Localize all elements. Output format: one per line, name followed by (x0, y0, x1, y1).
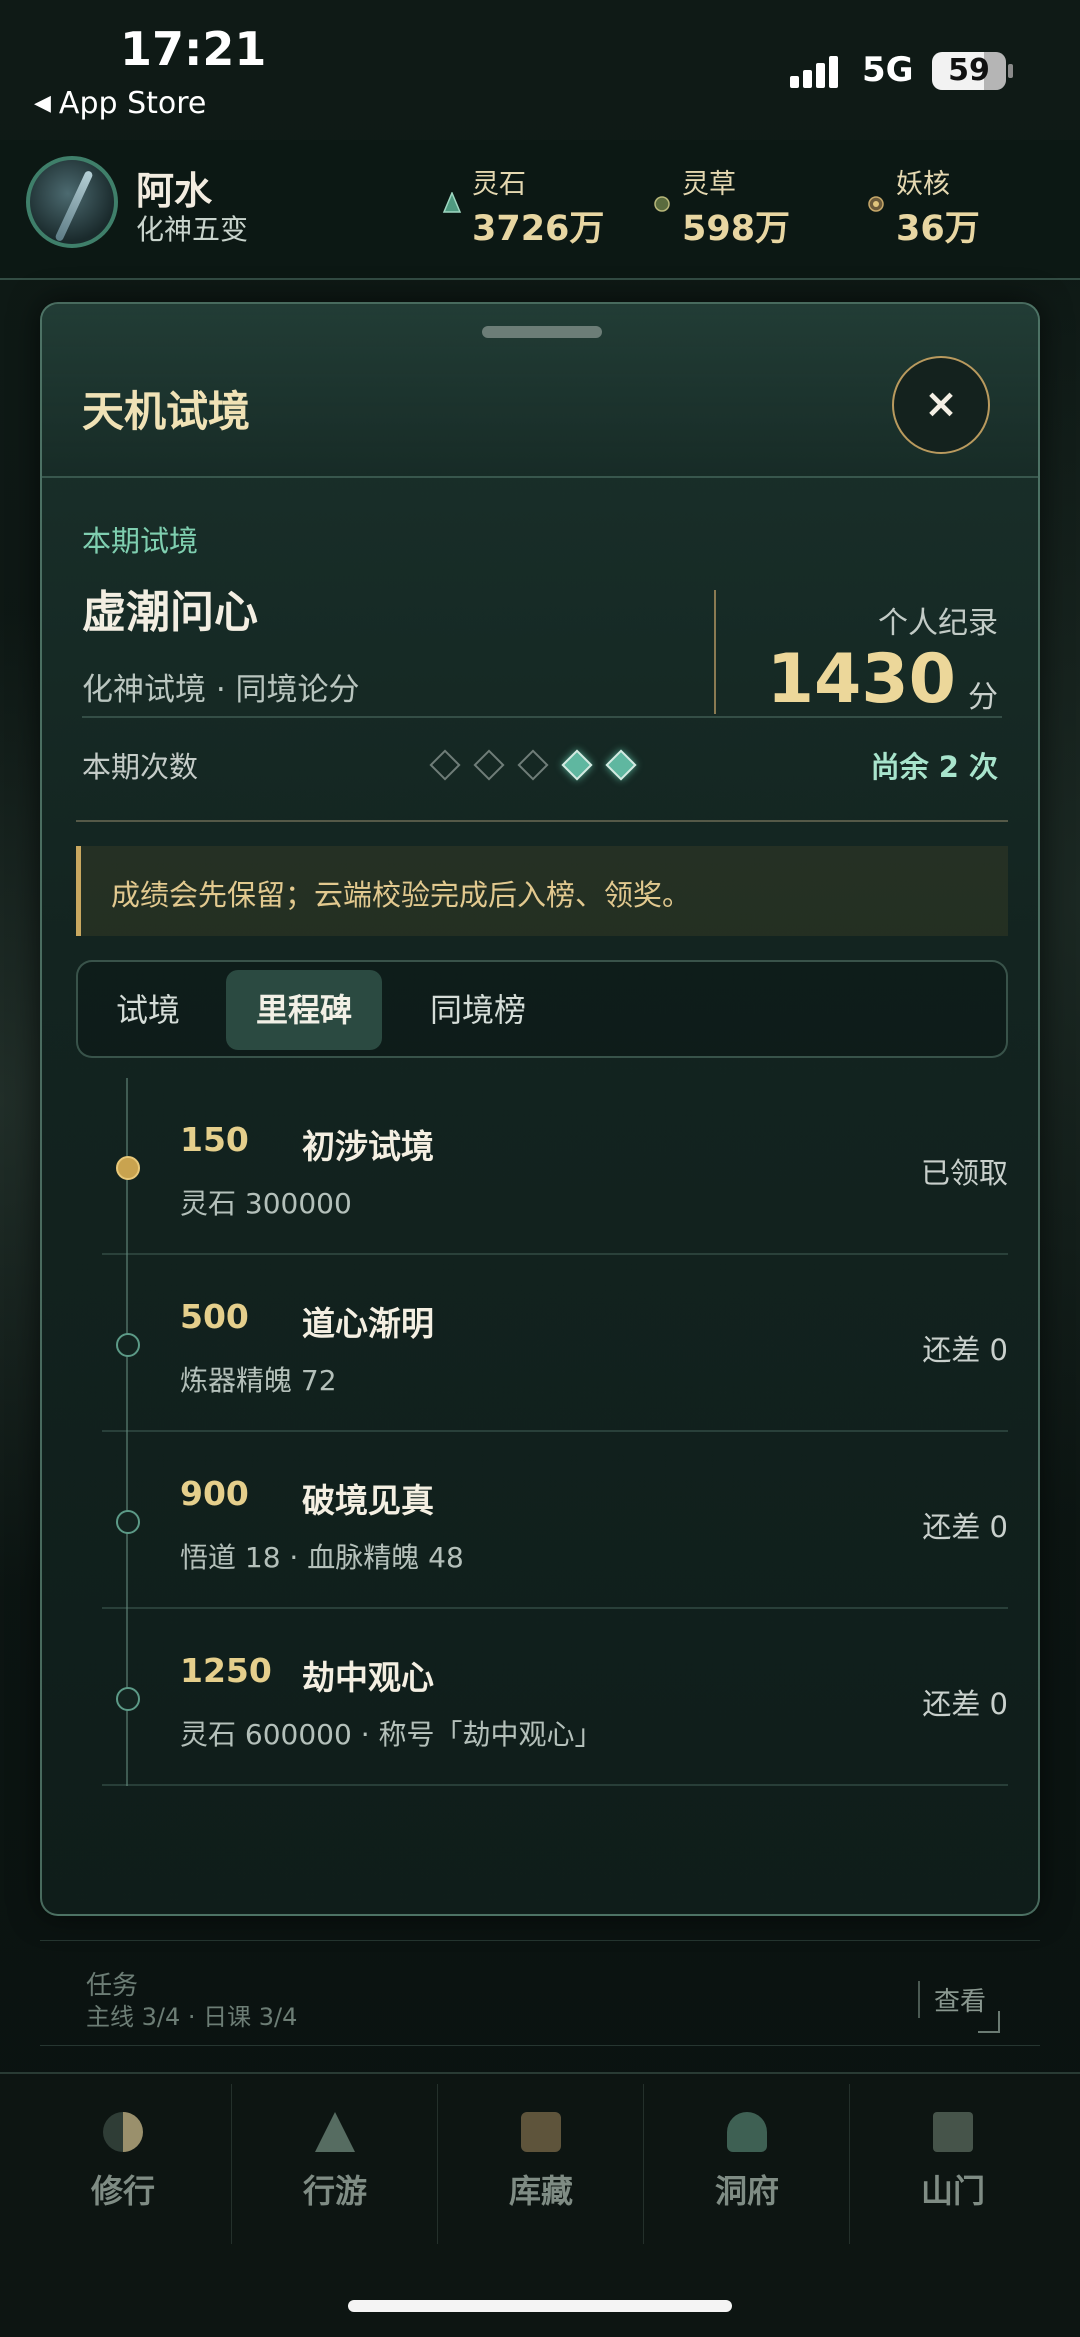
status-time: 17:21 (120, 22, 267, 76)
attempt-used-icon (429, 749, 461, 781)
player-name: 阿水 (136, 169, 213, 213)
milestone-dot-claimed (116, 1156, 140, 1180)
trial-name: 虚潮问心 (82, 587, 258, 638)
trial-subtitle: 化神试境 · 同境论分 (82, 672, 360, 708)
task-detail: 主线 3/4 · 日课 3/4 (86, 2003, 298, 2031)
attempts-remaining: 尚余 2 次 (870, 750, 998, 784)
milestone-row[interactable]: 1250 劫中观心 灵石 600000 · 称号「劫中观心」 还差 0 (102, 1609, 1008, 1786)
panel-header: 天机试境 × (42, 304, 1038, 478)
task-bar[interactable]: 任务 主线 3/4 · 日课 3/4 查看 (40, 1940, 1040, 2046)
attempt-used-icon (473, 749, 505, 781)
nav-item-sect-gate[interactable]: 山门 (850, 2074, 1056, 2274)
attempt-used-icon (517, 749, 549, 781)
notice-text: 成绩会先保留；云端校验完成后入榜、领奖。 (111, 878, 692, 912)
record-value: 1430 (766, 640, 956, 719)
mountain-icon (315, 2112, 355, 2152)
nav-item-cave[interactable]: 洞府 (644, 2074, 850, 2274)
divider (82, 716, 1002, 718)
milestone-score: 150 (180, 1120, 249, 1159)
nav-label: 库藏 (508, 2172, 573, 2210)
milestone-row[interactable]: 900 破境见真 悟道 18 · 血脉精魄 48 还差 0 (102, 1432, 1008, 1609)
avatar[interactable] (26, 156, 118, 248)
milestone-name: 道心渐明 (302, 1304, 434, 1343)
milestone-name: 劫中观心 (302, 1658, 434, 1697)
milestone-row[interactable]: 500 道心渐明 炼器精魄 72 还差 0 (102, 1255, 1008, 1432)
attempt-available-icon (561, 749, 593, 781)
record-label: 个人纪录 (878, 606, 998, 641)
battery-level: 59 (948, 53, 990, 88)
player-header: 阿水 化神五变 灵石 3726万 灵草 598万 妖核 36万 (0, 140, 1080, 280)
battery-icon: 59 (932, 52, 1006, 90)
milestone-reward: 炼器精魄 72 (180, 1364, 337, 1397)
nav-item-cultivate[interactable]: 修行 (20, 2074, 226, 2274)
cave-icon (727, 2112, 767, 2152)
record-unit: 分 (968, 680, 998, 715)
corner-decoration (978, 2011, 1000, 2033)
attempts-label: 本期次数 (82, 750, 199, 784)
nav-item-travel[interactable]: 行游 (232, 2074, 438, 2274)
milestone-reward: 悟道 18 · 血脉精魄 48 (180, 1541, 464, 1574)
spirit-herb-icon (654, 196, 670, 212)
home-indicator[interactable] (348, 2300, 732, 2312)
task-view-button[interactable]: 查看 (917, 1981, 986, 2018)
status-bar: 17:21 ◀ App Store 5G 59 (0, 0, 1080, 140)
trial-panel: 天机试境 × 本期试境 虚潮问心 化神试境 · 同境论分 个人纪录 1430 分… (40, 302, 1040, 1916)
tab-trial[interactable]: 试境 (88, 970, 208, 1050)
resource-label: 妖核 (896, 169, 950, 200)
panel-title: 天机试境 (82, 387, 251, 436)
nav-label: 修行 (90, 2172, 155, 2210)
milestone-status: 已领取 (920, 1156, 1008, 1190)
attempt-available-icon (605, 749, 637, 781)
tab-leaderboard[interactable]: 同境榜 (400, 970, 556, 1050)
milestone-dot (116, 1333, 140, 1357)
period-label: 本期试境 (82, 524, 199, 558)
resource-label: 灵石 (472, 169, 526, 200)
notice-banner: 成绩会先保留；云端校验完成后入榜、领奖。 (76, 846, 1008, 936)
screen: 17:21 ◀ App Store 5G 59 阿水 化神五变 灵石 3726万 (0, 0, 1080, 2337)
bottom-nav: 修行 行游 库藏 洞府 山门 (0, 2072, 1080, 2337)
resource-value: 36万 (896, 209, 980, 249)
demon-core-icon (868, 196, 884, 212)
nav-label: 洞府 (714, 2172, 779, 2210)
resource-value: 3726万 (472, 209, 605, 249)
milestone-status: 还差 0 (922, 1687, 1008, 1721)
milestone-reward: 灵石 300000 (180, 1187, 352, 1220)
drag-handle[interactable] (482, 326, 602, 338)
spirit-stone-icon (442, 192, 462, 213)
back-to-app-store[interactable]: ◀ App Store (34, 86, 206, 121)
tab-bar: 试境 里程碑 同境榜 (76, 960, 1008, 1058)
divider (76, 820, 1008, 822)
milestone-reward: 灵石 600000 · 称号「劫中观心」 (180, 1718, 603, 1751)
milestone-row[interactable]: 150 初涉试境 灵石 300000 已领取 (102, 1078, 1008, 1255)
yin-yang-icon (103, 2112, 143, 2152)
resource-value: 598万 (682, 209, 791, 249)
milestone-score: 900 (180, 1474, 249, 1513)
cellular-signal-icon (790, 54, 844, 88)
divider (714, 590, 716, 714)
milestone-dot (116, 1510, 140, 1534)
milestone-name: 初涉试境 (302, 1127, 434, 1166)
player-rank: 化神五变 (136, 213, 249, 246)
gate-icon (933, 2112, 973, 2152)
back-app-label: App Store (58, 86, 207, 121)
nav-label: 山门 (920, 2172, 985, 2210)
close-button[interactable]: × (892, 356, 990, 454)
milestone-score: 1250 (180, 1651, 272, 1690)
nav-item-storage[interactable]: 库藏 (438, 2074, 644, 2274)
milestone-score: 500 (180, 1297, 249, 1336)
milestone-status: 还差 0 (922, 1333, 1008, 1367)
milestone-name: 破境见真 (302, 1481, 434, 1520)
chest-icon (521, 2112, 561, 2152)
tab-milestones[interactable]: 里程碑 (226, 970, 382, 1050)
milestone-status: 还差 0 (922, 1510, 1008, 1544)
nav-label: 行游 (302, 2172, 367, 2210)
back-arrow-icon: ◀ (34, 91, 51, 116)
milestone-dot (116, 1687, 140, 1711)
resource-label: 灵草 (682, 169, 736, 200)
network-type: 5G (862, 50, 914, 90)
